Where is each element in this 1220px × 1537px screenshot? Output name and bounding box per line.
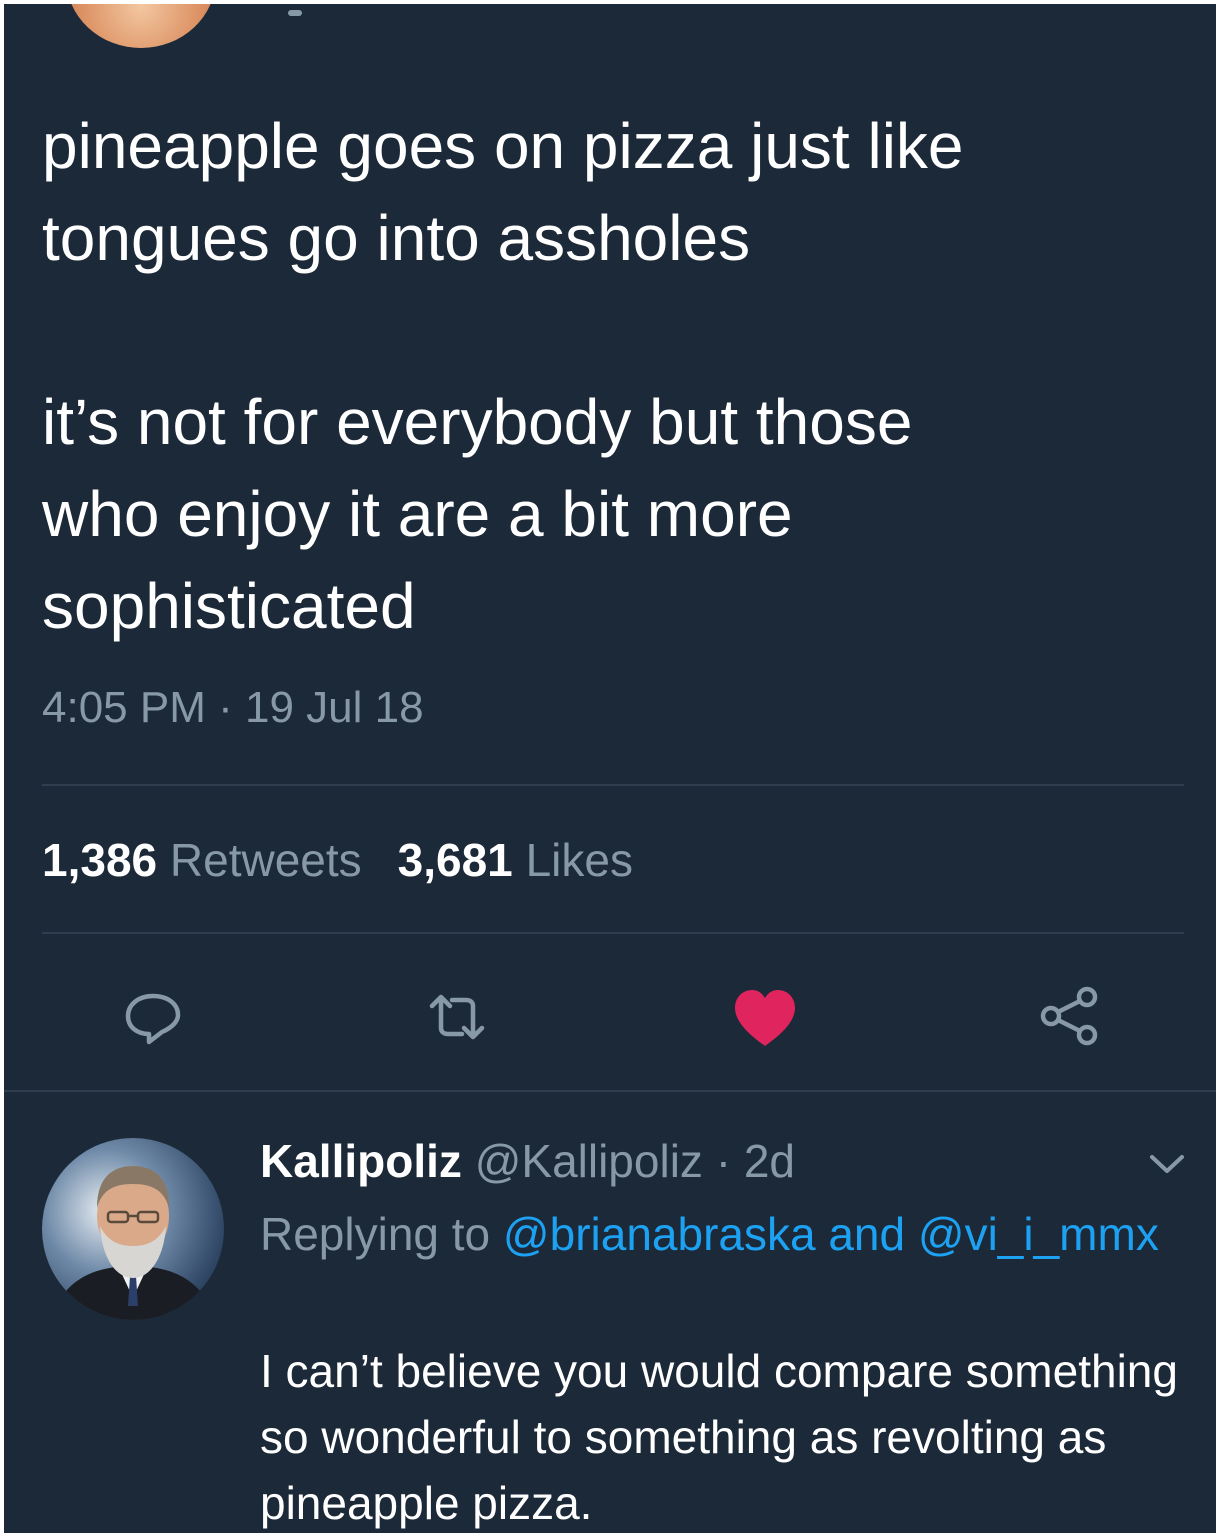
mention-link[interactable]: @brianabraska bbox=[503, 1208, 816, 1260]
divider bbox=[42, 784, 1184, 786]
reply-age[interactable]: 2d bbox=[744, 1135, 795, 1187]
mention-link[interactable]: @vi_i_mmx bbox=[918, 1208, 1159, 1260]
retweet-arrows-icon bbox=[429, 994, 485, 1040]
more-options-button[interactable] bbox=[1144, 1144, 1190, 1184]
tweet-text: pineapple goes on pizza just like tongue… bbox=[42, 110, 964, 642]
like-button[interactable] bbox=[730, 982, 800, 1052]
mention-joiner[interactable]: and bbox=[828, 1208, 905, 1260]
heart-icon bbox=[735, 990, 795, 1046]
likes-label: Likes bbox=[525, 834, 633, 886]
tweet-timestamp: 4:05 PM · 19 Jul 18 bbox=[42, 680, 424, 736]
retweets-label: Retweets bbox=[169, 834, 362, 886]
share-nodes-icon bbox=[1040, 986, 1098, 1046]
reply-header: Kallipoliz @Kallipoliz · 2d bbox=[260, 1130, 795, 1192]
avatar-photo bbox=[42, 1138, 224, 1320]
reply-author-handle[interactable]: @Kallipoliz bbox=[475, 1135, 703, 1187]
tweet-screen: pineapple goes on pizza just like tongue… bbox=[4, 4, 1216, 1533]
reply-author-name[interactable]: Kallipoliz bbox=[260, 1135, 462, 1187]
author-avatar[interactable] bbox=[66, 4, 216, 48]
date-separator: · bbox=[205, 683, 245, 732]
likes-count: 3,681 bbox=[397, 834, 513, 886]
replying-prefix: Replying to bbox=[260, 1208, 491, 1260]
retweets-stat[interactable]: 1,386 Retweets bbox=[42, 834, 362, 886]
reply-separator: · bbox=[702, 1135, 744, 1187]
replying-to: Replying to @brianabraska and @vi_i_mmx bbox=[260, 1200, 1160, 1268]
reply-text: I can’t believe you would compare someth… bbox=[260, 1345, 1178, 1529]
chevron-down-icon bbox=[1150, 1155, 1184, 1173]
divider bbox=[42, 932, 1184, 934]
author-name-fragment bbox=[288, 10, 302, 16]
tweet-time: 4:05 PM bbox=[42, 683, 206, 732]
tweet-date: 19 Jul 18 bbox=[244, 683, 424, 732]
retweets-count: 1,386 bbox=[42, 834, 158, 886]
likes-stat[interactable]: 3,681 Likes bbox=[398, 834, 633, 886]
section-divider bbox=[4, 1090, 1216, 1092]
reply-avatar[interactable] bbox=[42, 1138, 224, 1320]
retweet-button[interactable] bbox=[422, 982, 492, 1052]
reply-button[interactable] bbox=[118, 982, 188, 1052]
share-button[interactable] bbox=[1034, 982, 1104, 1052]
tweet-stats: 1,386 Retweets 3,681 Likes bbox=[42, 830, 633, 890]
reply-bubble-icon bbox=[125, 993, 181, 1045]
